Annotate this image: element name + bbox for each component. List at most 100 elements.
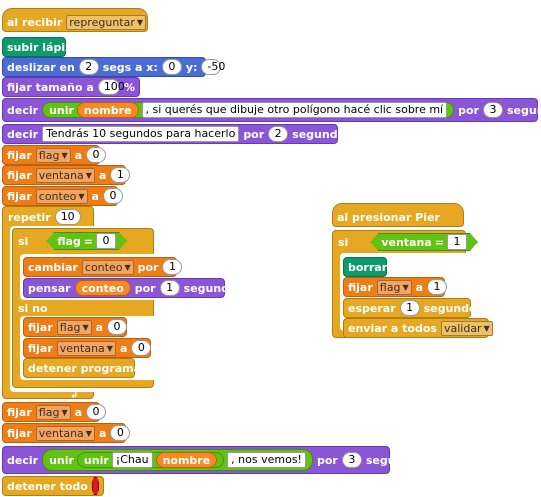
variable-dropdown[interactable]: conteo ▼ <box>35 188 88 204</box>
chevron-down-icon: ▼ <box>82 322 89 332</box>
equals-condition[interactable]: ventana = 1 <box>370 233 478 251</box>
set-ventana-block[interactable]: fijar ventana ▼ a 0 <box>23 338 152 358</box>
clear-label: borrar <box>348 260 388 274</box>
say-label: decir <box>7 103 39 117</box>
variable-dropdown[interactable]: flag ▼ <box>56 319 92 335</box>
variable-dropdown[interactable]: ventana ▼ <box>35 425 95 441</box>
value-input[interactable]: 0 <box>86 147 107 163</box>
value-input[interactable]: 0 <box>107 319 128 335</box>
message-dropdown[interactable]: repreguntar ▼ <box>66 14 147 30</box>
variable-dropdown[interactable]: flag ▼ <box>35 147 71 163</box>
join-reporter-outer[interactable]: unir unir ¡Chau nombre , nos vemos! <box>42 449 313 471</box>
say-label: decir <box>7 453 39 467</box>
think-block[interactable]: pensar conteo por 1 segundos <box>23 278 243 298</box>
stop-program-block[interactable]: detener programa <box>23 358 141 378</box>
repeat-label: repetir <box>8 210 51 224</box>
compare-value-input[interactable]: 1 <box>447 234 467 250</box>
variable-dropdown[interactable]: flag ▼ <box>35 404 71 420</box>
glide-x-input[interactable]: 0 <box>161 59 182 75</box>
set-conteo-block[interactable]: fijar conteo ▼ a 0 <box>2 186 123 206</box>
glide-label-3: y: <box>185 60 198 74</box>
flag-variable[interactable]: flag <box>57 235 80 248</box>
join-text-input[interactable]: , si querés que dibuje otro polígono hac… <box>141 102 448 118</box>
join-reporter[interactable]: unir nombre , si querés que dibuje otro … <box>42 102 455 118</box>
glide-secs-input[interactable]: 2 <box>78 59 99 75</box>
compare-value-input[interactable]: 0 <box>96 233 116 249</box>
variable-dropdown[interactable]: ventana ▼ <box>56 340 116 356</box>
clear-block[interactable]: borrar <box>343 257 387 277</box>
size-input[interactable]: 100 <box>97 79 125 95</box>
glide-block[interactable]: deslizar en 2 segs a x: 0 y: -50 <box>2 57 225 77</box>
broadcast-block[interactable]: enviar a todos validar ▼ <box>343 318 493 338</box>
chevron-down-icon: ▼ <box>106 343 113 353</box>
chevron-down-icon: ▼ <box>61 407 68 417</box>
else-label: si no <box>18 301 48 315</box>
value-input[interactable]: 1 <box>427 279 448 295</box>
join-text-input[interactable]: , nos vemos! <box>227 452 306 468</box>
equals-operator: = <box>434 235 444 249</box>
chevron-down-icon: ▼ <box>85 428 92 438</box>
variable-dropdown[interactable]: conteo ▼ <box>81 259 134 275</box>
when-receive-hat-block[interactable]: al recibir repreguntar ▼ <box>2 8 148 32</box>
nombre-variable[interactable]: nombre <box>155 452 218 468</box>
set-ventana-block[interactable]: fijar ventana ▼ a 0 <box>2 423 131 443</box>
join-reporter-inner[interactable]: unir ¡Chau nombre <box>76 452 225 468</box>
value-input[interactable]: 0 <box>86 404 107 420</box>
change-block[interactable]: cambiar conteo ▼ por 1 <box>23 257 183 277</box>
wait-block[interactable]: esperar 1 segundos <box>343 298 483 318</box>
value-input[interactable]: 0 <box>110 425 131 441</box>
if-label: si <box>18 234 29 248</box>
set-flag-block[interactable]: fijar flag ▼ a 0 <box>2 145 107 165</box>
change-value-input[interactable]: 1 <box>162 259 183 275</box>
glide-y-input[interactable]: -50 <box>201 59 225 75</box>
when-sprite-clicked-hat-block[interactable]: al presionar Pier <box>332 203 464 227</box>
stop-program-label: detener programa <box>28 361 142 375</box>
set-flag-block[interactable]: fijar flag ▼ a 0 <box>23 317 128 337</box>
pen-up-label: subir lápiz <box>7 40 72 54</box>
wait-secs-input[interactable]: 1 <box>399 300 420 316</box>
ventana-variable[interactable]: ventana <box>381 236 431 249</box>
secs-unit: segundos <box>292 127 352 141</box>
set-flag-block[interactable]: fijar flag ▼ a 1 <box>343 277 448 297</box>
loop-arrow-icon: ↲ <box>70 390 79 401</box>
set-label: fijar <box>348 280 373 294</box>
say-block-3[interactable]: decir unir unir ¡Chau nombre , nos vemos… <box>2 446 425 474</box>
think-secs-input[interactable]: 1 <box>159 280 180 296</box>
say-block-1[interactable]: decir unir nombre , si querés que dibuje… <box>2 98 541 122</box>
equals-condition[interactable]: flag = 0 <box>46 232 127 250</box>
say-text-input[interactable]: Tendrás 10 segundos para hacerlo <box>42 126 240 142</box>
value-input[interactable]: 0 <box>131 340 152 356</box>
stop-all-block[interactable]: detener todo <box>2 476 104 496</box>
variable-dropdown[interactable]: flag ▼ <box>376 279 412 295</box>
broadcast-label: enviar a todos <box>348 321 437 335</box>
join-label: unir <box>49 103 74 117</box>
pen-up-block[interactable]: subir lápiz <box>2 37 72 57</box>
say-secs-input[interactable]: 3 <box>341 452 362 468</box>
conteo-variable[interactable]: conteo <box>74 280 131 296</box>
say-block-2[interactable]: decir Tendrás 10 segundos para hacerlo p… <box>2 124 352 144</box>
set-label: fijar <box>28 320 53 334</box>
repeat-times-input[interactable]: 10 <box>54 209 81 225</box>
wait-label: esperar <box>348 301 396 315</box>
value-input[interactable]: 0 <box>102 188 123 204</box>
nombre-variable[interactable]: nombre <box>76 102 139 118</box>
set-ventana-block[interactable]: fijar ventana ▼ a 1 <box>2 165 131 185</box>
chevron-down-icon: ▼ <box>124 262 131 272</box>
say-secs-input[interactable]: 2 <box>268 126 289 142</box>
join-text-input[interactable]: ¡Chau <box>111 452 153 468</box>
message-dropdown[interactable]: validar ▼ <box>440 320 493 336</box>
when-receive-label: al recibir <box>7 15 63 29</box>
think-label: pensar <box>28 281 71 295</box>
equals-operator: = <box>83 234 93 248</box>
variable-dropdown[interactable]: ventana ▼ <box>35 167 95 183</box>
join-label: unir <box>49 453 74 467</box>
for-label: por <box>316 453 338 467</box>
set-size-block[interactable]: fijar tamaño a 100 % <box>2 77 140 97</box>
for-label: por <box>134 281 156 295</box>
secs-unit: segundos <box>183 281 244 295</box>
value-input[interactable]: 1 <box>110 167 131 183</box>
set-flag-block[interactable]: fijar flag ▼ a 0 <box>2 402 107 422</box>
say-secs-input[interactable]: 3 <box>482 102 503 118</box>
say-label: decir <box>7 127 39 141</box>
set-label: fijar <box>7 168 32 182</box>
